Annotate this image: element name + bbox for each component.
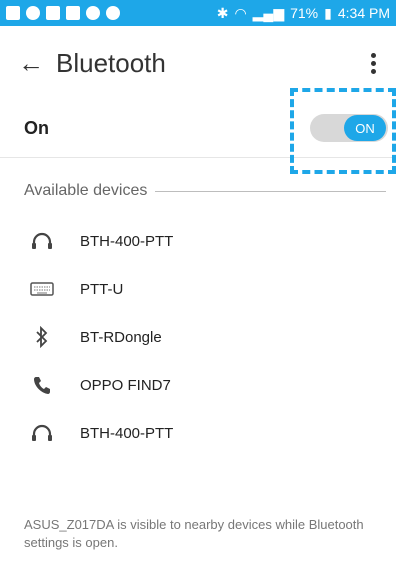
highlight-box (290, 88, 396, 174)
system-icons: ✱ ◠ ▂▄▆ 71% ▮ 4:34 PM (217, 5, 390, 22)
divider (155, 190, 386, 192)
list-item[interactable]: PTT-U (0, 266, 396, 312)
battery-level: 71% (290, 5, 319, 21)
device-name: PTT-U (80, 280, 124, 298)
bluetooth-icon (30, 325, 54, 349)
headphones-icon (30, 421, 54, 445)
signal-icon: ▂▄▆ (252, 4, 285, 21)
notification-icons (6, 6, 120, 20)
app-icon (106, 6, 120, 20)
list-item[interactable]: OPPO FIND7 (0, 362, 396, 408)
device-name: BTH-400-PTT (80, 232, 174, 250)
list-item[interactable]: BT-RDongle (0, 314, 396, 360)
notification-icon (46, 6, 60, 20)
device-name: OPPO FIND7 (80, 376, 171, 394)
calendar-icon (66, 6, 80, 20)
back-arrow-icon[interactable]: ← (18, 48, 48, 79)
clock: 4:34 PM (337, 5, 390, 21)
overflow-menu-icon[interactable] (368, 52, 378, 74)
list-item[interactable]: BTH-400-PTT (0, 410, 396, 456)
bluetooth-status-icon: ✱ (216, 4, 229, 21)
list-item[interactable]: BTH-400-PTT (0, 218, 396, 264)
battery-charging-icon: ▮ (324, 4, 332, 21)
headphones-icon (30, 229, 54, 253)
page-title: Bluetooth (56, 47, 166, 78)
message-icon (6, 6, 20, 20)
status-bar: ✱ ◠ ▂▄▆ 71% ▮ 4:34 PM (0, 0, 396, 26)
device-name: BT-RDongle (80, 328, 162, 346)
phone-icon (30, 373, 54, 397)
chat-icon (26, 6, 40, 20)
visibility-note: ASUS_Z017DA is visible to nearby devices… (24, 517, 364, 550)
available-devices-header: Available devices (24, 176, 386, 206)
device-name: BTH-400-PTT (80, 424, 174, 442)
shield-icon (86, 6, 100, 20)
section-title: Available devices (24, 182, 148, 199)
keyboard-icon (30, 277, 54, 301)
wifi-icon: ◠ (234, 4, 247, 21)
